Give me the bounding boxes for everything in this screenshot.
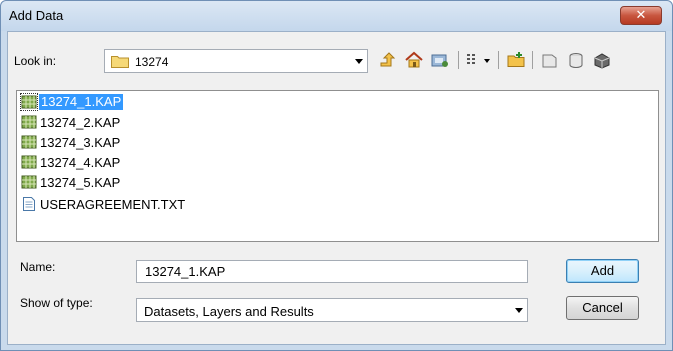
view-details-icon[interactable] [466,50,492,70]
raster-file-icon [21,175,37,189]
toolbar-separator [498,51,499,69]
look-in-value: 13274 [135,55,169,69]
file-list[interactable]: 13274_1.KAP 13274_2.KAP 13274_3.KAP 1327… [16,90,659,242]
new-geodatabase-icon[interactable] [540,50,560,70]
raster-file-icon [21,115,37,129]
file-name: 13274_4.KAP [40,155,121,170]
show-of-type-value: Datasets, Layers and Results [144,304,314,319]
file-name: 13274_5.KAP [40,175,121,190]
show-of-type-label: Show of type: [20,296,93,310]
show-of-type-dropdown[interactable]: Datasets, Layers and Results [136,298,528,322]
raster-file-icon [20,93,38,111]
file-name: 13274_2.KAP [40,115,121,130]
toolbar-separator [532,51,533,69]
file-name: USERAGREEMENT.TXT [40,197,186,212]
chevron-down-icon[interactable] [515,308,523,313]
look-in-dropdown[interactable]: 13274 [104,49,368,73]
cancel-button[interactable]: Cancel [566,296,639,320]
title-bar[interactable]: Add Data ✕ [1,1,672,31]
look-in-label: Look in: [14,54,57,68]
new-shapefile-icon[interactable] [566,50,586,70]
connect-to-folder-icon[interactable] [430,50,450,70]
name-label: Name: [20,260,56,274]
toolbar [374,46,664,74]
new-folder-icon[interactable] [506,50,526,70]
file-name: 13274_1.KAP [39,94,124,110]
folder-icon [111,56,129,68]
dialog-body: Look in: 13274 13274_1.KAP 13274_2.KAP 1… [7,31,666,345]
window-title: Add Data [9,8,64,23]
toolbar-separator [458,51,459,69]
up-one-level-icon[interactable] [378,50,398,70]
name-input[interactable]: 13274_1.KAP [136,260,528,283]
new-toolbox-icon[interactable] [592,50,612,70]
close-button[interactable]: ✕ [620,6,662,25]
add-button[interactable]: Add [566,259,639,283]
raster-file-icon [21,155,37,169]
text-file-icon [23,197,35,211]
home-icon[interactable] [404,50,424,70]
file-name: 13274_3.KAP [40,135,121,150]
raster-file-icon [21,135,37,149]
add-data-dialog: Add Data ✕ Look in: 13274 13274_1.KAP 13… [0,0,673,351]
chevron-down-icon[interactable] [355,59,363,64]
